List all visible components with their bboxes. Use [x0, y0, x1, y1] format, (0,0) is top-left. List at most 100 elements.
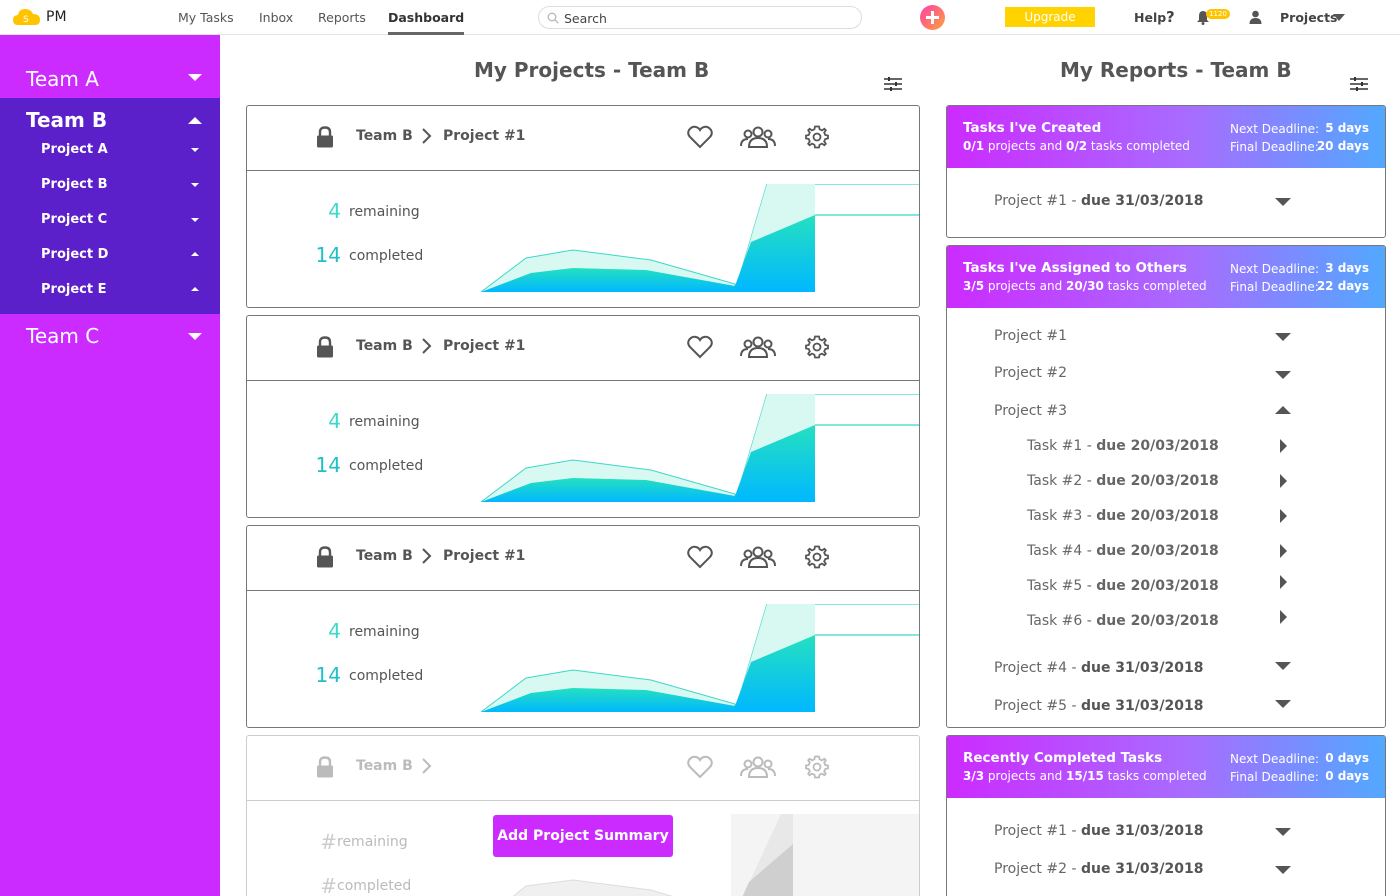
- upgrade-button[interactable]: Upgrade: [1005, 7, 1095, 27]
- chevron-right-icon[interactable]: [1280, 474, 1287, 488]
- heart-icon[interactable]: [687, 335, 713, 359]
- progress-area-chart: [481, 184, 919, 292]
- search-box[interactable]: [538, 6, 862, 29]
- chevron-right-icon[interactable]: [1280, 509, 1287, 523]
- heart-icon[interactable]: [687, 545, 713, 569]
- chevron-down-icon[interactable]: [1275, 333, 1291, 341]
- completed-count: #: [320, 874, 337, 896]
- add-project-summary-button[interactable]: Add Project Summary: [493, 815, 673, 857]
- sidebar-item-project-a[interactable]: Project A: [41, 142, 108, 157]
- chevron-down-icon[interactable]: [1275, 371, 1291, 379]
- breadcrumb-project[interactable]: Project #1: [443, 128, 525, 144]
- lock-icon: [317, 756, 333, 778]
- report-title: Tasks I've Created: [963, 120, 1102, 136]
- breadcrumb-project[interactable]: Project #1: [443, 548, 525, 564]
- remaining-count: 4: [328, 409, 341, 433]
- notification-badge: 1120: [1206, 9, 1230, 19]
- report-list-item[interactable]: Project #1 - due 31/03/2018: [994, 823, 1203, 839]
- team-members-icon[interactable]: [740, 125, 776, 149]
- reports-panel-title: My Reports - Team B: [1060, 58, 1292, 82]
- report-summary: 0/1 projects and 0/2 tasks completed: [963, 139, 1190, 153]
- breadcrumb-team[interactable]: Team B: [356, 128, 413, 144]
- help-icon[interactable]: ?: [1166, 8, 1175, 26]
- heart-icon[interactable]: [687, 125, 713, 149]
- chevron-right-icon[interactable]: [1280, 610, 1287, 624]
- report-card-created: Tasks I've Created 0/1 projects and 0/2 …: [946, 105, 1386, 238]
- chevron-down-icon[interactable]: [1275, 662, 1291, 670]
- chevron-right-icon[interactable]: [1280, 575, 1287, 589]
- chevron-up-icon[interactable]: [191, 252, 199, 256]
- gear-icon[interactable]: [805, 335, 829, 359]
- chevron-up-icon[interactable]: [188, 117, 202, 124]
- team-members-icon[interactable]: [740, 335, 776, 359]
- chevron-right-icon[interactable]: [1280, 544, 1287, 558]
- task-item[interactable]: Task #1 - due 20/03/2018: [1027, 438, 1219, 454]
- heart-icon[interactable]: [687, 755, 713, 779]
- report-list-item[interactable]: Project #1 - due 31/03/2018: [994, 193, 1203, 209]
- project-card: Team B Project #1 4 remaining 14 complet…: [246, 315, 920, 518]
- app-name: PM: [46, 9, 67, 25]
- report-list-item[interactable]: Project #1: [994, 328, 1067, 344]
- chevron-down-icon[interactable]: [191, 218, 199, 222]
- gear-icon[interactable]: [805, 125, 829, 149]
- sidebar-item-project-c[interactable]: Project C: [41, 212, 107, 227]
- breadcrumb-project[interactable]: Project #1: [443, 338, 525, 354]
- nav-reports[interactable]: Reports: [318, 10, 366, 25]
- breadcrumb-team[interactable]: Team B: [356, 338, 413, 354]
- chevron-down-icon[interactable]: [1275, 198, 1291, 206]
- filter-sliders-icon[interactable]: [1350, 76, 1368, 92]
- help-link[interactable]: Help: [1134, 10, 1166, 25]
- gear-icon[interactable]: [805, 755, 829, 779]
- remaining-count: #: [320, 830, 337, 854]
- chevron-down-icon[interactable]: [188, 74, 202, 81]
- chevron-up-icon[interactable]: [1275, 406, 1291, 414]
- task-item[interactable]: Task #2 - due 20/03/2018: [1027, 473, 1219, 489]
- sidebar-item-project-d[interactable]: Project D: [41, 247, 108, 262]
- cloud-logo-icon[interactable]: S: [12, 5, 42, 29]
- task-item[interactable]: Task #4 - due 20/03/2018: [1027, 543, 1219, 559]
- chevron-down-icon[interactable]: [1275, 828, 1291, 836]
- user-icon[interactable]: [1249, 10, 1262, 24]
- search-input[interactable]: [564, 9, 854, 27]
- breadcrumb-team[interactable]: Team B: [356, 758, 413, 774]
- report-list-item[interactable]: Project #2 - due 31/03/2018: [994, 861, 1203, 877]
- next-deadline-label: Next Deadline:: [1230, 122, 1320, 136]
- report-list-item[interactable]: Project #5 - due 31/03/2018: [994, 698, 1203, 714]
- gear-icon[interactable]: [805, 545, 829, 569]
- chevron-down-icon[interactable]: [191, 148, 199, 152]
- breadcrumb-team[interactable]: Team B: [356, 548, 413, 564]
- team-members-icon[interactable]: [740, 755, 776, 779]
- sidebar-item-team-b[interactable]: Team B: [26, 108, 107, 132]
- chevron-right-icon[interactable]: [1280, 439, 1287, 453]
- chevron-down-icon[interactable]: [188, 333, 202, 340]
- top-bar: S PM My Tasks Inbox Reports Dashboard Up…: [0, 0, 1400, 35]
- sidebar-item-team-c[interactable]: Team C: [0, 320, 220, 360]
- chevron-down-icon[interactable]: [1275, 700, 1291, 708]
- final-deadline-label: Final Deadline:: [1230, 770, 1319, 784]
- task-item[interactable]: Task #5 - due 20/03/2018: [1027, 578, 1219, 594]
- report-list-item[interactable]: Project #4 - due 31/03/2018: [994, 660, 1203, 676]
- nav-inbox[interactable]: Inbox: [259, 10, 293, 25]
- add-new-button[interactable]: [920, 5, 945, 30]
- chevron-up-icon[interactable]: [191, 287, 199, 291]
- sidebar-item-project-e[interactable]: Project E: [41, 282, 106, 297]
- report-list-item[interactable]: Project #3: [994, 403, 1067, 419]
- progress-area-chart: [481, 394, 919, 502]
- sidebar-item-label: Team C: [26, 324, 100, 348]
- completed-count: 14: [315, 663, 341, 687]
- sidebar-item-project-b[interactable]: Project B: [41, 177, 108, 192]
- chevron-down-icon[interactable]: [1333, 14, 1345, 21]
- task-item[interactable]: Task #6 - due 20/03/2018: [1027, 613, 1219, 629]
- nav-my-tasks[interactable]: My Tasks: [178, 10, 234, 25]
- sidebar-item-team-a[interactable]: Team A: [0, 55, 220, 95]
- task-item[interactable]: Task #3 - due 20/03/2018: [1027, 508, 1219, 524]
- card-header: Team B Project #1: [247, 526, 919, 591]
- final-deadline-value: 22 days: [1316, 279, 1369, 293]
- projects-menu[interactable]: Projects: [1280, 10, 1338, 25]
- report-list-item[interactable]: Project #2: [994, 365, 1067, 381]
- filter-sliders-icon[interactable]: [884, 76, 902, 92]
- nav-dashboard[interactable]: Dashboard: [388, 10, 465, 35]
- team-members-icon[interactable]: [740, 545, 776, 569]
- chevron-down-icon[interactable]: [1275, 866, 1291, 874]
- chevron-down-icon[interactable]: [191, 183, 199, 187]
